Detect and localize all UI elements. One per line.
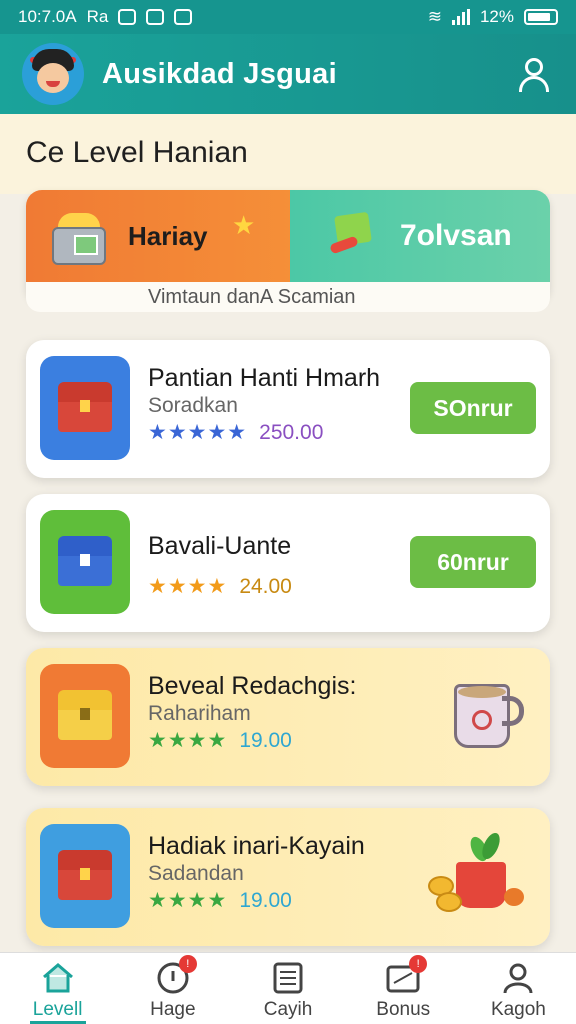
nav-label: Hage	[150, 999, 196, 1020]
toolbox-robot-icon	[48, 205, 110, 267]
save-icon	[174, 9, 193, 25]
star-rating-icon: ★★★★	[148, 889, 228, 912]
card-title: Hadiak inari-Kayain	[148, 832, 365, 860]
info-icon: !	[155, 955, 197, 995]
list-item[interactable]: Bavali-Uante ★★★★ 24.00 60nrur	[26, 494, 550, 632]
notification-badge: !	[409, 955, 428, 973]
ballot-box-icon	[40, 510, 130, 614]
list-icon	[273, 962, 303, 994]
camera-icon	[146, 9, 165, 25]
card-subtitle: Rahariham	[148, 702, 251, 725]
nav-item-bonus[interactable]: ! Bonus	[346, 953, 461, 1024]
app-title: Ausikdad Jsguai	[102, 57, 337, 90]
nav-item-list[interactable]: Cayih	[230, 953, 345, 1024]
mailbox-icon	[40, 824, 130, 928]
user-icon	[503, 963, 533, 994]
banner-caption: Vimtaun danA Scamian	[148, 286, 356, 308]
card-title: Pantian Hanti Hmarh	[148, 364, 381, 392]
page-title: Ce Level Hanian	[26, 136, 248, 169]
card-action-button[interactable]: 60nrur	[410, 536, 536, 588]
card-subtitle: Soradkan	[148, 394, 238, 417]
gift-icon: !	[385, 955, 428, 995]
signal-icon	[451, 9, 470, 25]
nav-label: Bonus	[376, 999, 431, 1020]
banner-right-label: 7olvsan	[400, 219, 512, 252]
gift-box-icon	[40, 356, 130, 460]
card-score: 19.00	[239, 728, 292, 752]
bottom-nav: Levell ! Hage Cayih ! Bonus Kagoh	[0, 952, 576, 1024]
banner-right-tab[interactable]: 7olvsan	[290, 190, 550, 282]
wifi-icon: ≋	[427, 7, 442, 26]
status-time: 10:7.0A	[18, 7, 77, 26]
notification-badge: !	[178, 955, 197, 973]
card-rating: ★★★★★ 250.00	[148, 420, 323, 445]
nav-item-level[interactable]: Levell	[0, 953, 115, 1024]
profile-icon[interactable]	[514, 54, 554, 94]
card-score: 19.00	[239, 888, 292, 912]
home-icon	[42, 963, 73, 993]
card-score: 24.00	[239, 574, 292, 598]
notification-icon	[118, 9, 137, 25]
list-item[interactable]: Beveal Redachgis: Rahariham ★★★★ 19.00	[26, 648, 550, 786]
card-rating: ★★★★ 24.00	[148, 574, 292, 599]
nav-label: Levell	[32, 999, 83, 1020]
card-action-button[interactable]: SOnrur	[410, 382, 536, 434]
status-bar: 10:7.0A Ra ≋ 12%	[0, 0, 576, 34]
nav-label: Cayih	[263, 999, 313, 1020]
battery-percent: 12%	[479, 7, 514, 26]
star-icon: ★	[232, 210, 256, 240]
card-rating: ★★★★ 19.00	[148, 728, 292, 753]
card-subtitle: Sadandan	[148, 862, 244, 885]
battery-icon	[524, 9, 558, 25]
nav-label: Kagoh	[490, 999, 546, 1020]
status-carrier: Ra	[86, 7, 109, 26]
plant-coins-icon	[428, 826, 524, 922]
star-rating-icon: ★★★★★	[148, 421, 248, 444]
banner-left-label: Hariay	[128, 220, 208, 251]
app-header: Ausikdad Jsguai	[0, 34, 576, 114]
card-rating: ★★★★ 19.00	[148, 888, 292, 913]
avatar[interactable]	[22, 43, 84, 105]
nav-item-page[interactable]: ! Hage	[115, 953, 230, 1024]
list-item[interactable]: Pantian Hanti Hmarh Soradkan ★★★★★ 250.0…	[26, 340, 550, 478]
card-title: Bavali-Uante	[148, 532, 292, 560]
nav-item-profile[interactable]: Kagoh	[461, 953, 576, 1024]
flag-icon	[326, 210, 378, 262]
card-score: 250.00	[259, 420, 324, 444]
basket-icon	[40, 664, 130, 768]
star-rating-icon: ★★★★	[148, 575, 228, 598]
banner-left-tab[interactable]: Hariay ★	[26, 190, 290, 282]
card-title: Beveal Redachgis:	[148, 672, 357, 700]
section-header: Ce Level Hanian	[0, 114, 576, 194]
list-item[interactable]: Hadiak inari-Kayain Sadandan ★★★★ 19.00	[26, 808, 550, 946]
coffee-mug-icon	[444, 676, 526, 756]
star-rating-icon: ★★★★	[148, 729, 228, 752]
